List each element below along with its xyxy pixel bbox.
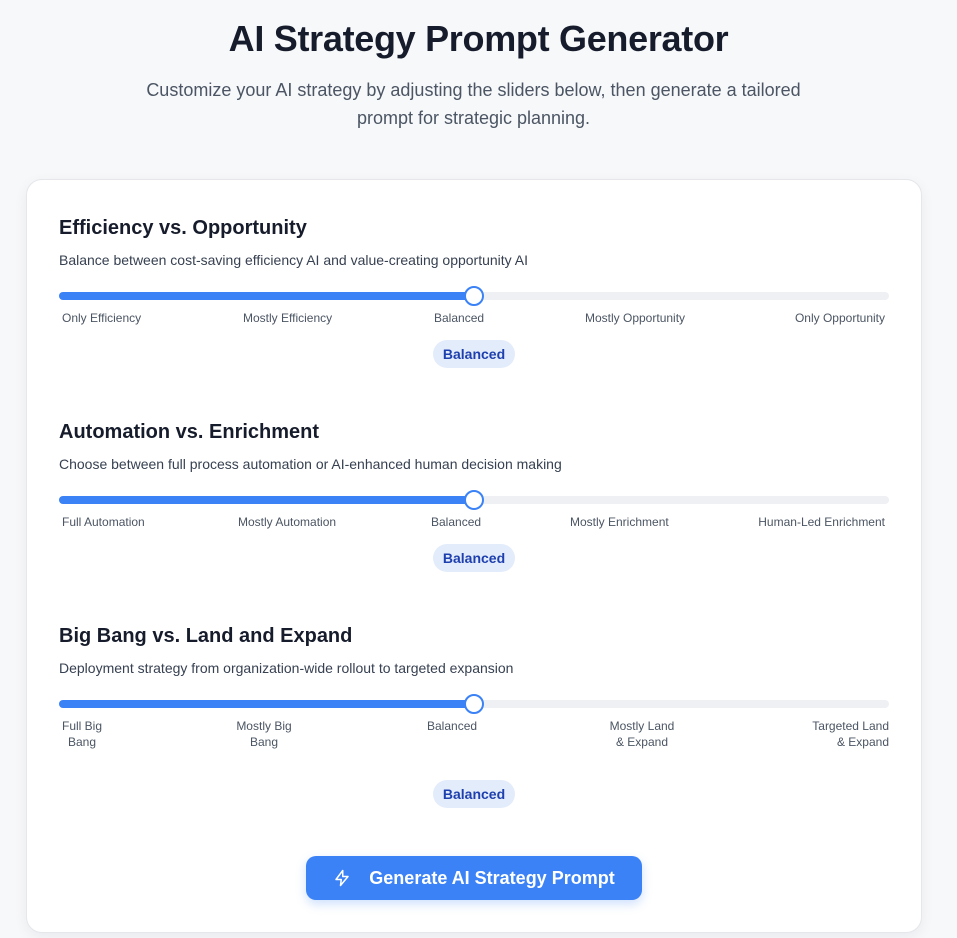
slider-thumb[interactable] [464,490,484,510]
tick-label: Mostly Automation [238,515,337,529]
tick-label: Balanced [427,719,478,733]
current-value-badge: Balanced [433,544,515,572]
page-title: AI Strategy Prompt Generator [228,18,729,59]
efficiency-opportunity-slider[interactable] [59,286,891,306]
automation-enrichment-slider[interactable] [59,490,891,510]
section-title: Big Bang vs. Land and Expand [59,625,353,647]
efficiency-opportunity-section: Efficiency vs. Opportunity Balance betwe… [59,214,891,368]
tick-label: Only Efficiency [62,311,142,325]
tick-label: Mostly Enrichment [570,515,669,529]
big-bang-land-expand-section: Big Bang vs. Land and Expand Deployment … [59,622,891,808]
generate-prompt-button[interactable]: Generate AI Strategy Prompt [306,856,642,900]
tick-label: Full Big Bang [61,719,102,749]
slider-fill [59,700,474,708]
tick-label: Balanced [431,515,482,529]
current-value-badge: Balanced [433,780,515,808]
page: AI Strategy Prompt Generator Customize y… [0,0,957,938]
tick-label: Mostly Land & Expand [609,719,675,749]
tick-label: Balanced [434,311,485,325]
tick-label: Full Automation [62,515,145,529]
slider-thumb[interactable] [464,694,484,714]
section-description: Deployment strategy from organization-wi… [59,660,514,676]
tick-label: Human-Led Enrichment [758,515,885,529]
automation-enrichment-section: Automation vs. Enrichment Choose between… [59,418,891,572]
section-title: Efficiency vs. Opportunity [59,217,307,239]
generate-button-label: Generate AI Strategy Prompt [369,867,615,888]
section-description: Choose between full process automation o… [59,456,562,472]
slider-thumb[interactable] [464,286,484,306]
tick-label: Mostly Opportunity [585,311,686,325]
slider-fill [59,496,474,504]
tick-label: Only Opportunity [794,311,885,325]
tick-label: Mostly Efficiency [243,311,333,325]
tick-label: Mostly Big Bang [236,719,292,749]
section-description: Balance between cost-saving efficiency A… [59,252,529,268]
tick-label: Targeted Land & Expand [812,719,889,749]
settings-card: Efficiency vs. Opportunity Balance betwe… [26,179,922,933]
big-bang-land-expand-slider[interactable] [59,694,891,714]
current-value-badge: Balanced [433,340,515,368]
lightning-bolt-icon [333,869,351,887]
slider-fill [59,292,474,300]
page-subtitle: Customize your AI strategy by adjusting … [146,80,801,128]
section-title: Automation vs. Enrichment [59,421,320,443]
